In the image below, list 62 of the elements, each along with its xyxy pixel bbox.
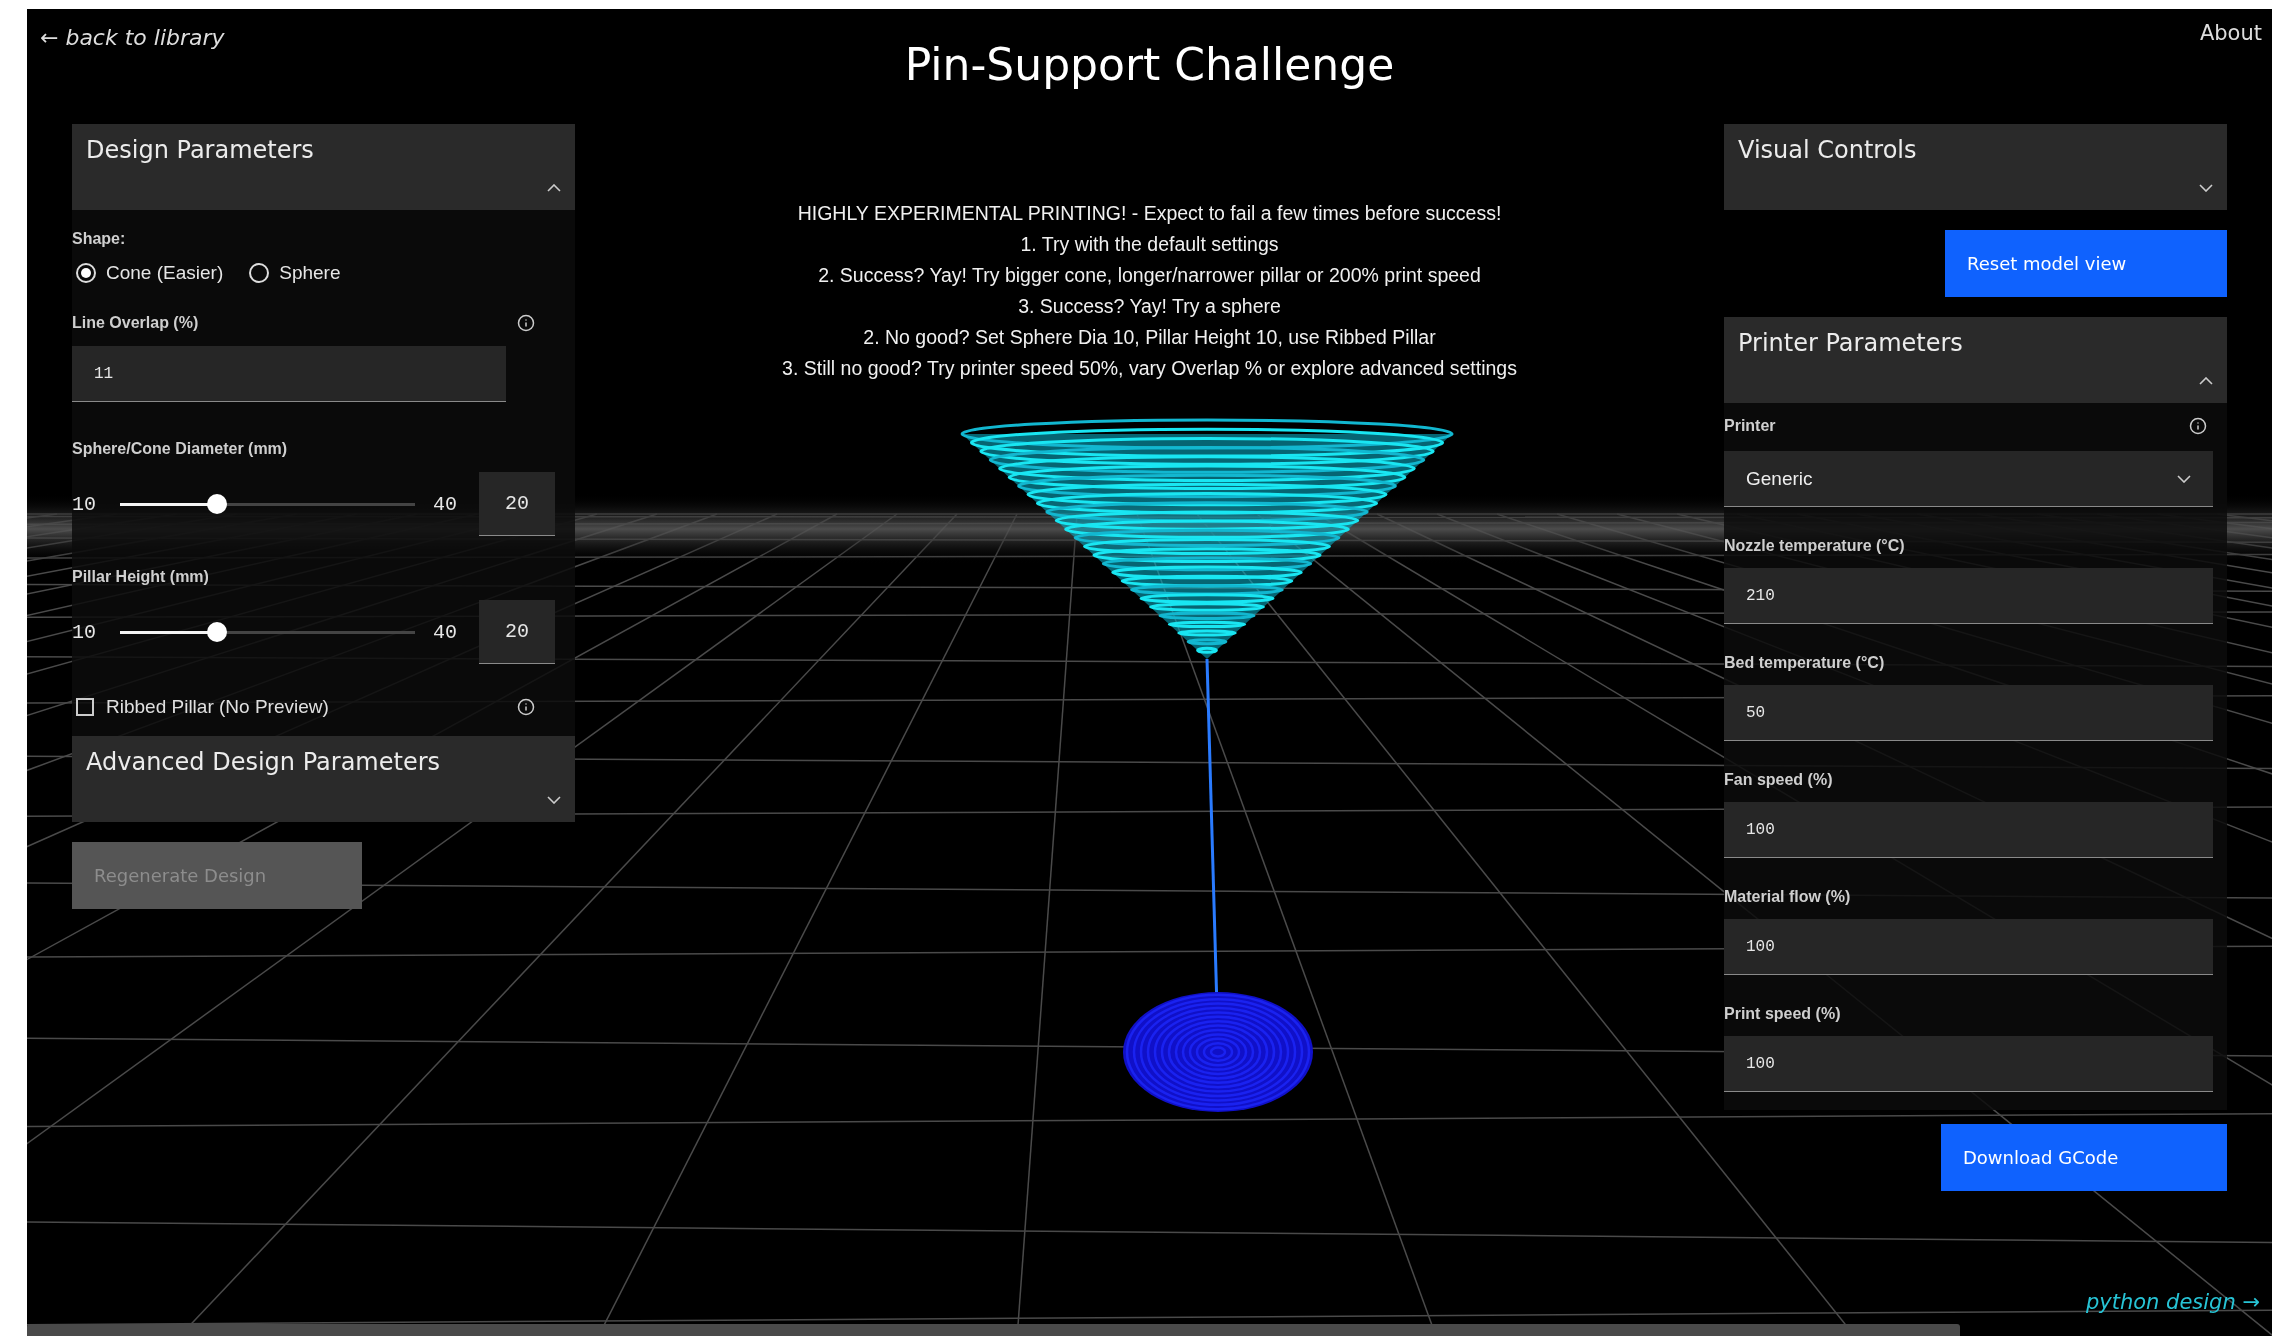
chevron-down-icon xyxy=(2177,474,2191,483)
section-title: Visual Controls xyxy=(1738,136,1917,164)
field-label: Print speed (%) xyxy=(1724,1005,1842,1023)
printer-select[interactable]: Generic xyxy=(1724,451,2213,507)
input-field[interactable]: 100 xyxy=(1724,1036,2213,1092)
chevron-down-icon xyxy=(547,796,561,804)
slider-thumb[interactable] xyxy=(207,494,228,514)
info-icon[interactable] xyxy=(517,698,535,716)
input-field[interactable]: 11 xyxy=(72,346,506,402)
section-title: Advanced Design Parameters xyxy=(86,748,441,776)
radio-button[interactable] xyxy=(76,263,96,283)
field-label: Sphere/Cone Diameter (mm) xyxy=(72,440,289,458)
field-label: Bed temperature (°C) xyxy=(1724,654,1886,672)
scrollbar[interactable] xyxy=(27,1324,1960,1336)
field-label: Shape: xyxy=(72,230,127,248)
radio-option[interactable]: Sphere xyxy=(249,262,341,284)
slider-min: 10 xyxy=(72,620,97,644)
reset-view-button[interactable]: Reset model view xyxy=(1945,230,2227,297)
slider-thumb[interactable] xyxy=(207,622,228,642)
instruction-text: 2. No good? Set Sphere Dia 10, Pillar Height 10, use Ribbed Pillar xyxy=(863,325,1436,350)
instruction-text: 1. Try with the default settings xyxy=(1020,232,1279,257)
field-label: Fan speed (%) xyxy=(1724,771,1834,789)
input-field[interactable]: 210 xyxy=(1724,568,2213,624)
section-title: Printer Parameters xyxy=(1738,329,1963,357)
info-icon[interactable] xyxy=(2189,417,2207,435)
section-header[interactable]: Design Parameters xyxy=(72,124,575,210)
chevron-down-icon xyxy=(2199,184,2213,192)
checkbox[interactable] xyxy=(76,698,94,716)
download-gcode-button[interactable]: Download GCode xyxy=(1941,1124,2227,1191)
instruction-text: 3. Success? Yay! Try a sphere xyxy=(1018,294,1281,319)
section-header[interactable]: Advanced Design Parameters xyxy=(72,736,575,822)
python-design-link[interactable]: python design → xyxy=(2085,1290,2260,1314)
instruction-text: 3. Still no good? Try printer speed 50%, vary Overlap % or explore advanced settings xyxy=(782,356,1517,381)
input-field[interactable]: 50 xyxy=(1724,685,2213,741)
instruction-text: HIGHLY EXPERIMENTAL PRINTING! - Expect to fail a few times before success! xyxy=(797,201,1502,226)
chevron-up-icon xyxy=(2199,377,2213,385)
chevron-up-icon xyxy=(547,184,561,192)
radio-label: Sphere xyxy=(279,262,341,284)
radio-label: Cone (Easier) xyxy=(106,262,224,284)
field-label: Line Overlap (%) xyxy=(72,314,199,332)
field-label: Material flow (%) xyxy=(1724,888,1852,906)
slider-max: 40 xyxy=(433,620,458,644)
instruction-text: 2. Success? Yay! Try bigger cone, longer/narrower pillar or 200% print speed xyxy=(818,263,1481,288)
radio-option[interactable]: Cone (Easier) xyxy=(76,262,224,284)
info-icon[interactable] xyxy=(517,314,535,332)
section-title: Design Parameters xyxy=(86,136,314,164)
number-input[interactable]: 20 xyxy=(479,472,555,536)
slider-max: 40 xyxy=(433,492,458,516)
number-input[interactable]: 20 xyxy=(479,600,555,664)
input-field[interactable]: 100 xyxy=(1724,919,2213,975)
section-header[interactable]: Visual Controls xyxy=(1724,124,2227,210)
field-label: Pillar Height (mm) xyxy=(72,568,210,586)
field-label: Printer xyxy=(1724,417,1776,435)
radio-button[interactable] xyxy=(249,263,270,283)
select-value: Generic xyxy=(1746,467,1813,490)
back-link[interactable]: ← back to library xyxy=(40,25,225,50)
slider-min: 10 xyxy=(72,492,97,516)
about-link[interactable]: About xyxy=(2199,21,2262,45)
field-label: Nozzle temperature (°C) xyxy=(1724,537,1906,555)
input-field[interactable]: 100 xyxy=(1724,802,2213,858)
section-header[interactable]: Printer Parameters xyxy=(1724,317,2227,403)
page-title: Pin-Support Challenge xyxy=(904,39,1395,90)
